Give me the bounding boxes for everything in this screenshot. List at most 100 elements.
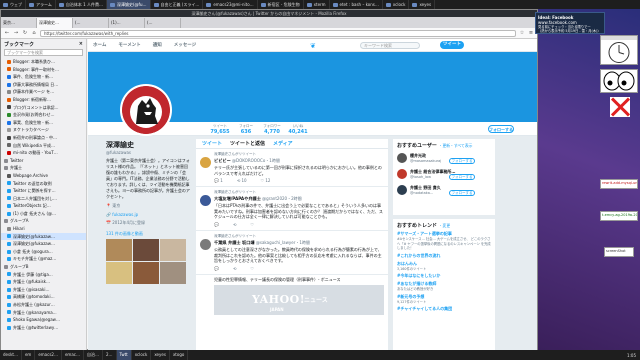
- close-icon[interactable]: ×: [79, 41, 83, 47]
- topbar-item[interactable]: etet : bash – kons…: [330, 0, 383, 9]
- trend-item[interactable]: #新元号の予想 9,127件のツイート: [393, 293, 495, 306]
- stat-tweets[interactable]: ツイート 79,655: [208, 124, 232, 135]
- like-icon[interactable]: ♡: [250, 266, 254, 271]
- topbar-item[interactable]: xterm: [304, 0, 330, 9]
- photo-thumb[interactable]: [106, 262, 132, 284]
- topbar-item[interactable]: xeyes: [409, 0, 436, 9]
- nav-moments[interactable]: モーメント: [118, 42, 140, 48]
- bookmark-star-icon[interactable]: ☆: [519, 30, 525, 36]
- menu-icon[interactable]: ≡: [528, 30, 534, 36]
- photo-thumb[interactable]: [160, 262, 186, 284]
- topbar-item[interactable]: 新宿区 - 危険生物: [258, 0, 304, 9]
- retweet-icon[interactable]: ⟲: [233, 222, 236, 227]
- bookmark-folder[interactable]: 弁護士: [1, 164, 86, 172]
- tweet-avatar[interactable]: [200, 195, 211, 207]
- timeline-tab[interactable]: ツイートと返信: [230, 140, 265, 147]
- bookmark-item[interactable]: 弁護士 伊藤 (@tiga…: [1, 271, 86, 279]
- reply-icon[interactable]: 💬: [214, 222, 219, 227]
- forward-arrow-icon[interactable]: →: [13, 30, 19, 36]
- tweet-author[interactable]: ビビビー: [214, 158, 231, 163]
- bookmark-item[interactable]: 弁護士 (@kanayama…: [1, 309, 86, 317]
- bookmark-item[interactable]: 深澤諭史(@fukazaw…: [1, 232, 86, 241]
- bookmark-item[interactable]: TwitterObjects 記…: [1, 202, 86, 210]
- timeline-tab[interactable]: ツイート: [202, 140, 222, 147]
- trends-links[interactable]: ・変更: [439, 223, 450, 228]
- stat-following[interactable]: フォロー 636: [234, 124, 258, 135]
- bookmark-item[interactable]: Blogger: 新宿新幹…: [1, 96, 86, 104]
- topbar-item[interactable]: ウェブ: [0, 0, 26, 9]
- bookmark-item[interactable]: 小倉 拓夫 (@ogura…: [1, 248, 86, 256]
- taskbar-item[interactable]: xeyes: [151, 350, 170, 360]
- retweet-icon[interactable]: ⟲: [233, 266, 236, 271]
- bookmark-item[interactable]: 弁護士 (@isasaki…: [1, 286, 86, 294]
- bookmark-item[interactable]: (1) 小倉 拓夫さん (@…: [1, 210, 86, 218]
- taskbar-item[interactable]: 自治…: [84, 350, 103, 360]
- tweet-button[interactable]: ツイート: [440, 41, 464, 49]
- taskbar-item[interactable]: xtogo: [170, 350, 189, 360]
- photo-thumb[interactable]: [106, 239, 132, 261]
- topbar-item[interactable]: emacs23@mi-nito…: [203, 0, 258, 9]
- bookmark-folder[interactable]: Twitter: [1, 157, 86, 165]
- bookmark-item[interactable]: 弁護士 (@twitterlawy…: [1, 324, 86, 332]
- photo-thumb[interactable]: [160, 239, 186, 261]
- bookmark-item[interactable]: Blogger: 本職系鉄ひ…: [1, 58, 86, 66]
- bookmark-item[interactable]: mi-nito の動画 - YouT…: [1, 149, 86, 157]
- bookmark-item[interactable]: Webpage.Archive: [1, 172, 86, 180]
- user-avatar[interactable]: [397, 185, 407, 195]
- bookmark-item[interactable]: 事件、危険生物 - 新…: [1, 73, 86, 81]
- taskbar-item[interactable]: 2…: [103, 350, 117, 360]
- bookmark-folder[interactable]: グループA: [1, 217, 86, 225]
- home-icon[interactable]: ⌂: [31, 30, 37, 36]
- bookmark-item[interactable]: 高橋康 (@tomodaki…: [1, 293, 86, 301]
- url-bar[interactable]: https://twitter.com/fukazawas/with_repli…: [40, 29, 516, 37]
- bookmark-item[interactable]: Twitter の返信の取例: [1, 180, 86, 188]
- nav-notifications[interactable]: 通知: [153, 42, 162, 48]
- bookmark-search-input[interactable]: ブックマークを検索: [4, 49, 83, 56]
- topbar-item[interactable]: 深澤諭史(@fu…: [106, 0, 151, 9]
- photo-thumb[interactable]: [133, 262, 159, 284]
- follow-button[interactable]: フォローする: [488, 125, 514, 133]
- mini-window-2[interactable]: t-emcy-ag-2019a-2019-Y: [600, 211, 638, 221]
- twitter-search-input[interactable]: キーワード検索: [360, 42, 420, 49]
- wtf-links[interactable]: ・更新・すべて表示: [439, 143, 473, 148]
- suggested-user[interactable]: 弁護士 総合法律事務所… @tosoh_law フォローする: [393, 166, 495, 182]
- x-close-icon[interactable]: [610, 97, 630, 117]
- trend-item[interactable]: #サマーズ・アート選挙の記事 #Aセンスケース… 社会… 大ゲームを成立させ、 ど…: [393, 230, 495, 252]
- back-arrow-icon[interactable]: ←: [4, 30, 10, 36]
- tweet-avatar[interactable]: [200, 238, 211, 250]
- bookmark-item[interactable]: Twitter に関係を探す…: [1, 187, 86, 195]
- mini-window-1[interactable]: rewrit-add-mysql-uniq-hash: [600, 179, 638, 189]
- bookmark-item[interactable]: ヌケトラカタベージ: [1, 126, 86, 134]
- photos-label[interactable]: 131 件の画像と動画: [106, 231, 190, 237]
- stat-likes[interactable]: いいね 40,241: [286, 124, 310, 135]
- reload-icon[interactable]: ↻: [22, 30, 28, 36]
- taskbar-item[interactable]: em: [22, 350, 36, 360]
- taskbar-item[interactable]: Twtt: [116, 350, 132, 360]
- notification-popup[interactable]: Ideal: Facebook www.facebook.com 見る前にチェッ…: [535, 12, 605, 34]
- tweet[interactable]: 深澤諭史さんがリツイート 大塩友増/PAPAや弁護士 @grant2020・2時間…: [196, 187, 388, 231]
- tweet-author[interactable]: 大塩友増/PAPAや弁護士: [214, 196, 261, 201]
- follow-user-button[interactable]: フォローする: [449, 158, 475, 164]
- taskbar-item[interactable]: emacs2…: [35, 350, 62, 360]
- mini-window-eyes[interactable]: [600, 69, 638, 93]
- reply-icon[interactable]: 💬: [214, 266, 219, 271]
- browser-tab[interactable]: (…: [145, 18, 181, 28]
- trend-item[interactable]: #チャイチャイしてる人の集団: [393, 305, 495, 313]
- nav-home[interactable]: ホーム: [93, 42, 106, 48]
- nav-messages[interactable]: メッセージ: [174, 42, 196, 48]
- taskbar-item[interactable]: deskt…: [0, 350, 22, 360]
- mini-window-3[interactable]: screenShot: [604, 247, 634, 257]
- news-card[interactable]: YAHOO! ニュース JAPAN: [214, 285, 384, 316]
- like-icon[interactable]: ♡ 12: [261, 178, 271, 183]
- bookmark-item[interactable]: 事実、危険生物 - 新…: [1, 119, 86, 127]
- tweet-author[interactable]: 千葉県 弁護士 坂口靖: [214, 240, 255, 245]
- browser-tab[interactable]: (…: [73, 18, 109, 28]
- bookmark-item[interactable]: ブログ(コメントは承認…: [1, 104, 86, 112]
- suggested-user[interactable]: 櫻井光政 @masamasakuraj フォローする: [393, 150, 495, 166]
- timeline-tab[interactable]: メディア: [273, 140, 293, 147]
- bookmark-item[interactable]: Hikari: [1, 225, 86, 233]
- bookmark-folder[interactable]: グループB: [1, 263, 86, 271]
- bookmark-item[interactable]: Shoko Egawa(@egaw…: [1, 316, 86, 324]
- browser-tab[interactable]: 深澤諭史…: [37, 18, 73, 28]
- bookmark-item[interactable]: 新宿弁の刑事論点 - 中…: [1, 134, 86, 142]
